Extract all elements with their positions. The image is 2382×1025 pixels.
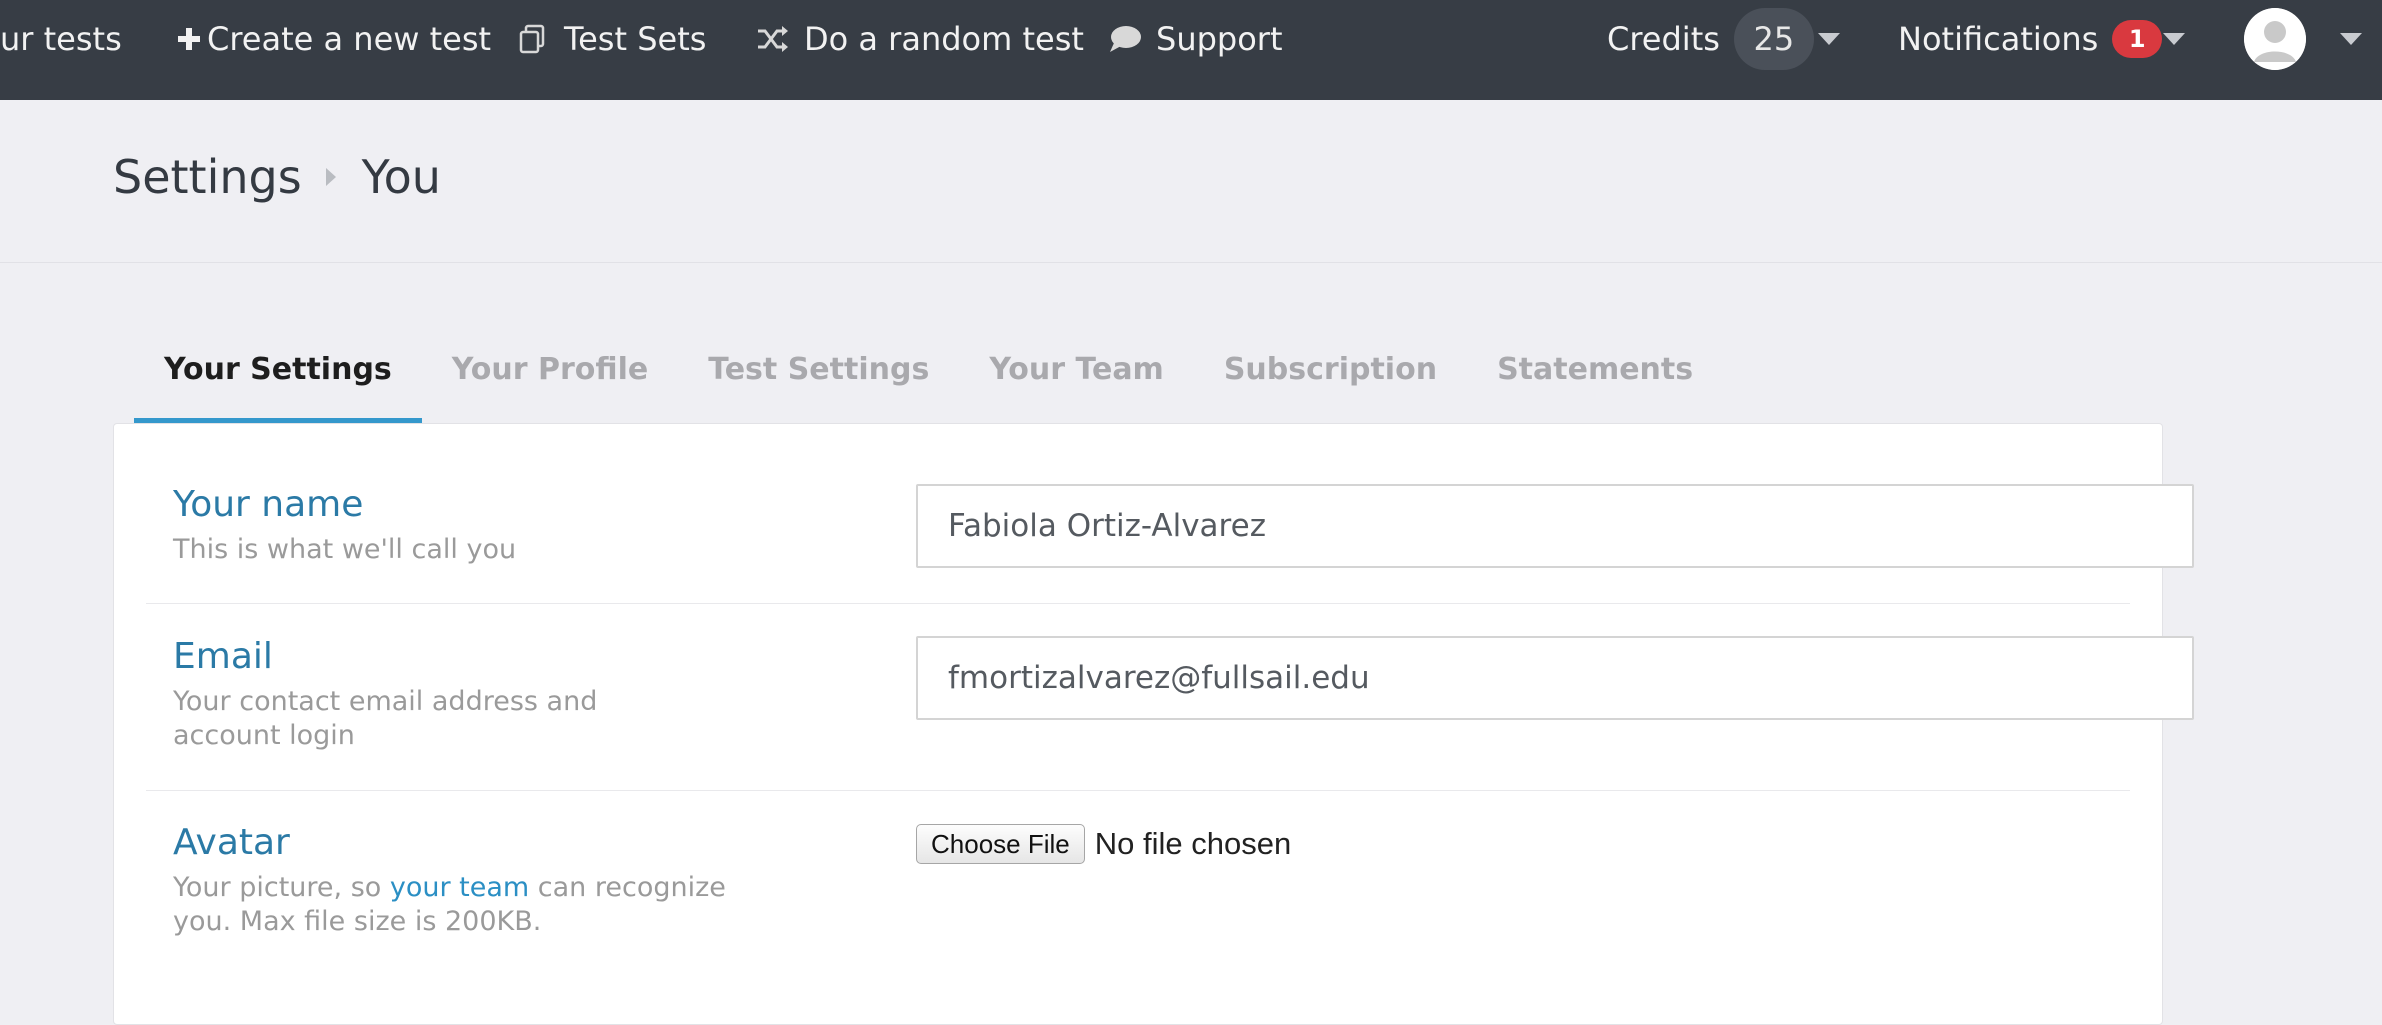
nav-create-test[interactable]: Create a new test [177, 0, 491, 78]
row-divider [146, 603, 2130, 604]
notifications-count-badge: 1 [2112, 20, 2163, 58]
settings-card: Your name This is what we'll call you Em… [113, 423, 2194, 1025]
row-divider [146, 790, 2130, 791]
user-menu-caret-icon[interactable] [2340, 33, 2362, 45]
email-label: Email [173, 636, 273, 677]
credits-menu[interactable]: Credits 25 [1607, 0, 1814, 78]
plus-icon [177, 27, 201, 51]
user-silhouette-icon [2244, 8, 2306, 70]
email-field-text: Email Your contact email address and acc… [173, 636, 713, 753]
breadcrumb: Settings You [113, 150, 441, 204]
user-avatar[interactable] [2244, 8, 2306, 70]
name-help: This is what we'll call you [173, 534, 517, 565]
credits-label: Credits [1607, 20, 1720, 58]
credits-count-badge: 25 [1733, 8, 1814, 70]
tab-test-settings[interactable]: Test Settings [678, 348, 959, 424]
nav-support-label: Support [1156, 20, 1283, 58]
your-team-link[interactable]: your team [390, 872, 529, 903]
nav-random-test-label: Do a random test [804, 20, 1084, 58]
avatar-help-text: Your picture, so [173, 872, 390, 903]
nav-test-sets-label: Test Sets [564, 20, 707, 58]
nav-create-test-label: Create a new test [207, 20, 492, 58]
top-nav: ur tests Create a new test Test Sets Do … [0, 0, 2382, 100]
name-label: Your name [173, 484, 364, 525]
avatar-file-picker: Choose File No file chosen [916, 824, 1291, 864]
email-input[interactable] [916, 636, 2194, 720]
settings-tabs: Your Settings Your Profile Test Settings… [134, 348, 1723, 424]
breadcrumb-separator-icon [325, 168, 336, 186]
tab-statements[interactable]: Statements [1467, 348, 1723, 424]
name-field-text: Your name This is what we'll call you [173, 484, 733, 567]
tab-your-settings[interactable]: Your Settings [134, 348, 422, 424]
breadcrumb-settings[interactable]: Settings [113, 150, 302, 204]
avatar-label: Avatar [173, 822, 290, 863]
nav-support[interactable]: Support [1108, 0, 1283, 78]
nav-your-tests-label: ur tests [0, 20, 122, 58]
nav-random-test[interactable]: Do a random test [756, 0, 1084, 78]
choose-file-button[interactable]: Choose File [916, 824, 1085, 864]
email-help: Your contact email address and account l… [173, 686, 598, 751]
breadcrumb-current: You [361, 150, 441, 204]
nav-your-tests[interactable]: ur tests [0, 0, 122, 78]
page-header: Settings You [0, 100, 2382, 263]
notifications-label: Notifications [1898, 20, 2099, 58]
file-status: No file chosen [1094, 826, 1292, 861]
shuffle-icon [756, 24, 790, 54]
tab-subscription[interactable]: Subscription [1194, 348, 1467, 424]
notifications-menu[interactable]: Notifications 1 [1898, 0, 2163, 78]
tab-your-team[interactable]: Your Team [959, 348, 1194, 424]
copy-icon [518, 23, 550, 55]
avatar-field-text: Avatar Your picture, so your team can re… [173, 822, 733, 939]
tab-your-profile[interactable]: Your Profile [422, 348, 678, 424]
credits-dropdown-caret-icon[interactable] [1818, 33, 1840, 45]
name-input[interactable] [916, 484, 2194, 568]
avatar-help: Your picture, so your team can recognize… [173, 871, 733, 939]
notifications-dropdown-caret-icon[interactable] [2163, 33, 2185, 45]
chat-bubble-icon [1108, 24, 1142, 54]
nav-test-sets[interactable]: Test Sets [518, 0, 706, 78]
